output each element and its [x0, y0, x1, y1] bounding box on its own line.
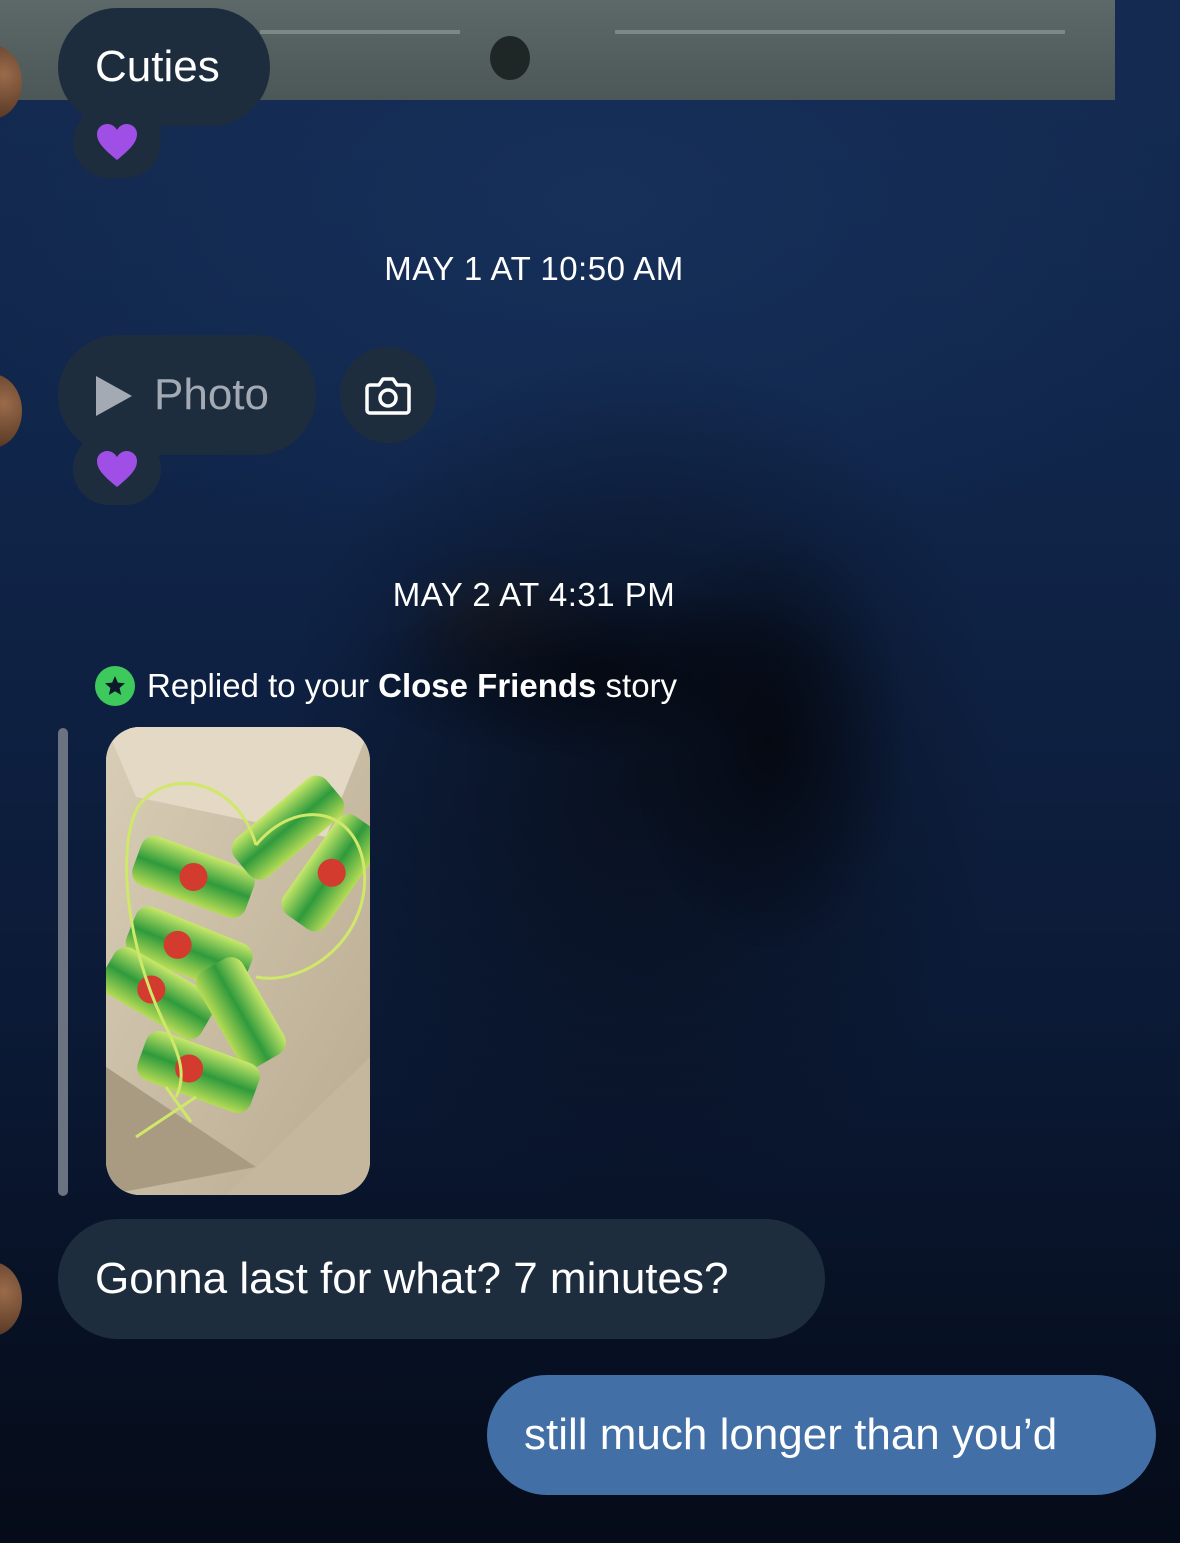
camera-icon [365, 377, 411, 415]
photo-label: Photo [154, 370, 269, 419]
purple-heart-icon [97, 124, 137, 160]
story-reply-label: Replied to your Close Friends story [95, 666, 677, 706]
story-thumbnail[interactable] [106, 727, 370, 1195]
ceiling-line [615, 30, 1065, 34]
play-icon [96, 376, 132, 416]
heart-reaction[interactable] [73, 433, 161, 505]
heart-reaction[interactable] [73, 106, 161, 178]
reply-suffix: story [596, 667, 678, 704]
story-image [106, 727, 370, 1195]
star-icon [105, 676, 125, 695]
message-bubble-received[interactable]: Gonna last for what? 7 minutes? [58, 1219, 825, 1339]
ceiling-line [260, 30, 460, 34]
message-text: still much longer than you’d [524, 1410, 1058, 1459]
reply-close-friends: Close Friends [378, 667, 597, 704]
camera-button[interactable] [340, 347, 436, 443]
message-bubble-received[interactable]: Cuties [58, 8, 270, 126]
ceiling-knob [490, 36, 530, 80]
timestamp: MAY 2 AT 4:31 PM [392, 576, 676, 613]
reply-prefix: Replied to your [147, 667, 379, 704]
close-friends-star-icon [95, 666, 135, 706]
message-bubble-sent[interactable]: still much longer than you’d [487, 1375, 1156, 1495]
background-figure [300, 440, 960, 1080]
message-text: Cuties [95, 42, 220, 91]
timestamp: MAY 1 AT 10:50 AM [384, 250, 684, 287]
message-text: Gonna last for what? 7 minutes? [95, 1254, 729, 1303]
reply-quote-bar [58, 728, 68, 1196]
purple-heart-icon [97, 451, 137, 487]
